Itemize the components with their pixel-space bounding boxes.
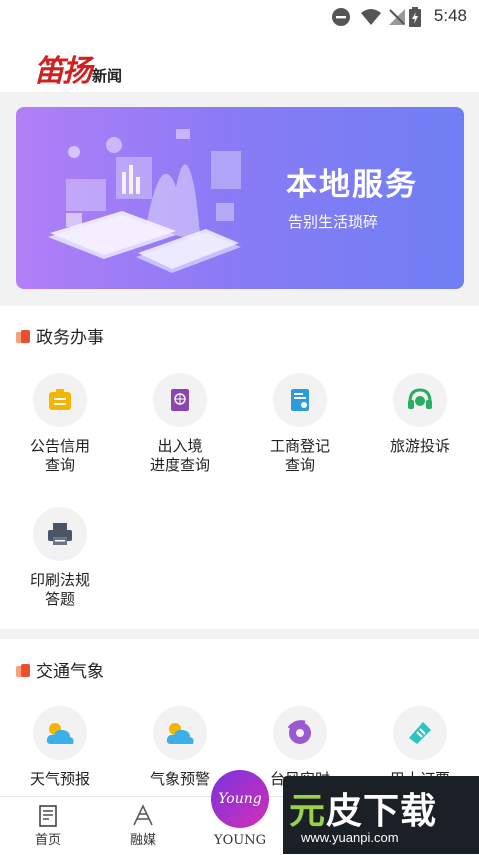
tile-label: 出入境 进度查询 xyxy=(149,437,210,474)
tab-media[interactable]: 融媒 xyxy=(108,803,178,848)
battery-icon xyxy=(409,7,421,27)
banner-area: 本地服务 告别生活琐碎 xyxy=(0,92,479,306)
gov-services-section: 政务办事 公告信用 查询 出入境 进度查询 工商登记 查询 旅游投诉 印刷法规 … xyxy=(0,306,479,629)
tile-exit-entry-query[interactable]: 出入境 进度查询 xyxy=(120,373,240,475)
wifi-icon xyxy=(361,9,381,25)
section-divider xyxy=(0,629,479,639)
id-card-icon xyxy=(273,373,327,427)
tile-label: 工商登记 查询 xyxy=(269,437,330,474)
section-mark-icon xyxy=(16,664,30,678)
local-service-banner[interactable]: 本地服务 告别生活琐碎 xyxy=(16,107,464,289)
young-badge-text: Young xyxy=(218,791,262,807)
headset-icon xyxy=(393,373,447,427)
banner-subtitle: 告别生活琐碎 xyxy=(288,213,379,231)
status-bar: 5:48 xyxy=(0,0,479,34)
watermark-brand: 元皮下载 xyxy=(289,782,437,834)
app-logo: 笛扬 新闻 xyxy=(34,46,122,90)
do-not-disturb-icon xyxy=(332,8,350,26)
passport-icon xyxy=(153,373,207,427)
gov-section-title: 政务办事 xyxy=(36,328,104,348)
tile-label: 旅游投诉 xyxy=(389,437,450,455)
logo-sub: 新闻 xyxy=(92,67,123,85)
banner-title: 本地服务 xyxy=(286,167,418,203)
weather-icon xyxy=(33,706,87,760)
newspaper-icon xyxy=(13,803,83,829)
traffic-section-title: 交通气象 xyxy=(36,662,104,682)
section-title: 交通气象 xyxy=(16,657,104,682)
tile-label: 公告信用 查询 xyxy=(29,437,90,474)
watermark-overlay: 元皮下载 www.yuanpi.com xyxy=(283,776,479,854)
app-header: 笛扬 新闻 xyxy=(0,34,479,92)
section-mark-icon xyxy=(16,330,30,344)
watermark-brand-green: 元 xyxy=(289,791,327,832)
tile-tourism-complaint[interactable]: 旅游投诉 xyxy=(360,373,479,456)
phone-illustration-icon xyxy=(48,129,241,273)
tab-label: 首页 xyxy=(34,833,61,848)
signal-off-icon xyxy=(389,9,405,25)
tile-label: 印刷法规 答题 xyxy=(29,571,90,608)
tile-label: 天气预报 xyxy=(29,770,90,788)
watermark-url: www.yuanpi.com xyxy=(301,830,399,845)
tile-weather-forecast[interactable]: 天气预报 xyxy=(0,706,120,789)
announcement-icon xyxy=(33,373,87,427)
tile-credit-query[interactable]: 公告信用 查询 xyxy=(0,373,120,475)
tab-label: 融媒 xyxy=(129,833,156,848)
media-icon xyxy=(108,803,178,829)
tab-label: YOUNG xyxy=(214,833,266,848)
logo-main: 笛扬 xyxy=(34,54,92,89)
printer-icon xyxy=(33,507,87,561)
tile-business-registration[interactable]: 工商登记 查询 xyxy=(240,373,360,475)
clock: 5:48 xyxy=(433,6,467,25)
young-icon[interactable]: Young xyxy=(211,770,269,828)
tab-young[interactable]: YOUNG xyxy=(205,833,275,848)
watermark-brand-rest: 皮下载 xyxy=(326,791,438,832)
weather-warning-icon xyxy=(153,706,207,760)
tab-home[interactable]: 首页 xyxy=(13,803,83,848)
tile-printing-quiz[interactable]: 印刷法规 答题 xyxy=(0,507,120,609)
ticket-icon xyxy=(393,706,447,760)
typhoon-icon xyxy=(273,706,327,760)
section-title: 政务办事 xyxy=(16,323,104,348)
